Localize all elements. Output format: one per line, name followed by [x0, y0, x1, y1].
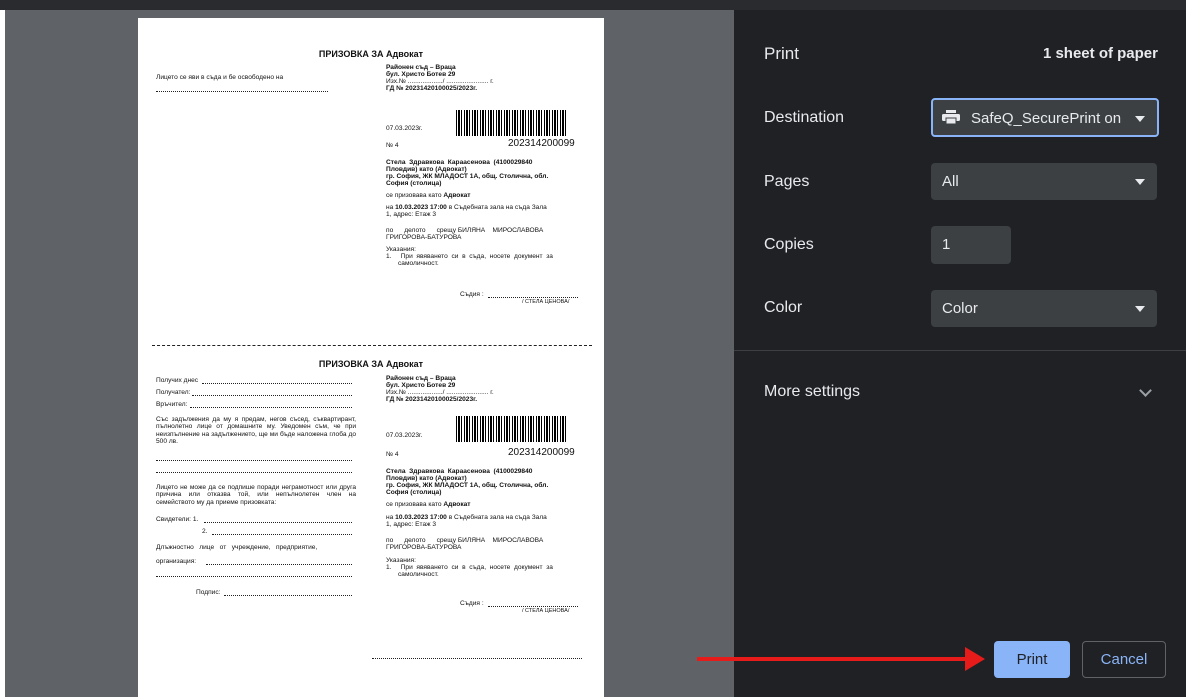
hearing-prefix: на — [386, 204, 394, 211]
received-line — [202, 383, 352, 384]
cut-line — [152, 345, 592, 346]
summons-date-2: 07.03.2023г. — [386, 432, 423, 439]
hearing-2-line-2: 1, адрес: Етаж 3 — [386, 521, 437, 528]
judge-label: Съдия : — [460, 291, 484, 298]
summoned-role: Адвокат — [443, 192, 471, 199]
print-button[interactable]: Print — [994, 641, 1070, 678]
summoned-as-2: се призовава като Адвокат — [386, 501, 471, 508]
witness-1-line — [204, 522, 352, 523]
summoned-as: се призовава като Адвокат — [386, 192, 471, 199]
panel-divider — [734, 350, 1186, 351]
official-text: Длъжностно лице от учреждение, предприят… — [156, 544, 318, 551]
destination-select[interactable]: SafeQ_SecurePrint on — [931, 98, 1159, 137]
barcode-2 — [456, 416, 568, 442]
color-select[interactable]: Color — [931, 290, 1157, 327]
hearing-prefix-2: на — [386, 514, 394, 521]
instruction-1b: самоличност. — [398, 260, 439, 267]
barcode-number: 202314200099 — [508, 138, 575, 149]
summons-number-2: № 4 — [386, 451, 399, 458]
print-dialog-window: ПРИЗОВКА ЗА Адвокат Лицето се яви в съда… — [0, 0, 1186, 697]
summoned-prefix: се призовава като — [386, 192, 442, 199]
print-preview-area[interactable]: ПРИЗОВКА ЗА Адвокат Лицето се яви в съда… — [5, 10, 734, 697]
judge-signature-line-2 — [488, 606, 578, 607]
preview-page: ПРИЗОВКА ЗА Адвокат Лицето се яви в съда… — [138, 18, 604, 697]
person-2-line-4: София (столица) — [386, 489, 442, 496]
judge-label-2: Съдия : — [460, 600, 484, 607]
witness-2-label: 2. — [202, 528, 208, 535]
hearing-datetime: 10.03.2023 17:00 — [395, 204, 447, 211]
case-number-2: ГД № 20231420100025/2023г. — [386, 396, 478, 403]
judge-name: / СТЕЛА ЦЕНОВА/ — [522, 299, 570, 305]
hearing-rest-2: в Съдебната зала на съда Зала — [448, 514, 547, 521]
expand-chevron-icon[interactable] — [1139, 384, 1152, 397]
red-arrow-head-icon — [965, 647, 985, 671]
summons-heading-1: ПРИЗОВКА ЗА Адвокат — [318, 49, 424, 59]
recipient-label: Получател: — [156, 389, 191, 396]
judge-signature-line — [488, 297, 578, 298]
destination-label: Destination — [764, 109, 845, 126]
organization-label: организация: — [156, 558, 197, 565]
color-label: Color — [764, 299, 803, 316]
case-number: ГД № 20231420100025/2023г. — [386, 85, 478, 92]
pages-select[interactable]: All — [931, 163, 1157, 200]
copies-input[interactable]: 1 — [931, 226, 1011, 264]
judge-name-2: / СТЕЛА ЦЕНОВА/ — [522, 608, 570, 614]
sheet-count: 1 sheet of paper — [1042, 45, 1158, 62]
destination-value: SafeQ_SecurePrint on — [971, 110, 1122, 127]
signature-line — [224, 595, 352, 596]
case-against-line-2: ГРИГОРОВА-БАТУРОВА — [386, 234, 462, 241]
organization-line-2 — [156, 576, 352, 577]
summons-number: № 4 — [386, 142, 399, 149]
pages-value: All — [942, 173, 959, 190]
copies-value: 1 — [942, 236, 951, 253]
print-settings-panel: Print 1 sheet of paper Destination SafeQ… — [734, 10, 1186, 697]
organization-line — [206, 564, 352, 565]
summons-date: 07.03.2023г. — [386, 125, 423, 132]
released-dotted-line — [156, 91, 328, 92]
case-against-2-line-2: ГРИГОРОВА-БАТУРОВА — [386, 544, 462, 551]
chevron-down-icon — [1135, 116, 1145, 122]
red-arrow-shaft — [697, 657, 967, 661]
bottom-dotted-line — [372, 658, 582, 659]
summoned-prefix-2: се призовава като — [386, 501, 442, 508]
recipient-line — [192, 395, 352, 396]
hearing-line-2: 1, адрес: Етаж 3 — [386, 211, 437, 218]
top-shadow-band — [0, 0, 1186, 10]
refusal-text: Лицето не може да се подпише поради негр… — [156, 484, 356, 506]
cancel-button[interactable]: Cancel — [1082, 641, 1166, 678]
pages-label: Pages — [764, 173, 810, 190]
signature-label: Подпис: — [196, 589, 221, 596]
chevron-down-icon — [1135, 306, 1145, 312]
deliverer-line — [190, 407, 352, 408]
person-line-4: София (столица) — [386, 180, 442, 187]
barcode — [456, 110, 568, 136]
hearing-datetime-2: 10.03.2023 17:00 — [395, 514, 447, 521]
neighbor-line-1 — [156, 460, 352, 461]
printer-icon — [942, 110, 960, 124]
instruction-2-1b: самоличност. — [398, 571, 439, 578]
neighbor-line-2 — [156, 472, 352, 473]
released-text: Лицето се яви в съда и бе освободено на — [156, 74, 284, 81]
witnesses-label: Свидетели: 1. — [156, 516, 199, 523]
barcode-number-2: 202314200099 — [508, 447, 575, 458]
summons-heading-2: ПРИЗОВКА ЗА Адвокат — [318, 359, 424, 369]
chevron-down-icon — [1135, 179, 1145, 185]
witness-2-line — [212, 534, 352, 535]
received-today: Получих днес — [156, 377, 199, 384]
deliverer-label: Връчител: — [156, 401, 188, 408]
copies-label: Copies — [764, 236, 814, 253]
hearing-rest: в Съдебната зала на съда Зала — [448, 204, 547, 211]
summoned-role-2: Адвокат — [443, 501, 471, 508]
color-value: Color — [942, 300, 978, 317]
neighbor-text: Със задължения да му я предам, негов със… — [156, 416, 356, 446]
more-settings-toggle[interactable]: More settings — [764, 383, 860, 401]
panel-title: Print — [764, 44, 799, 63]
